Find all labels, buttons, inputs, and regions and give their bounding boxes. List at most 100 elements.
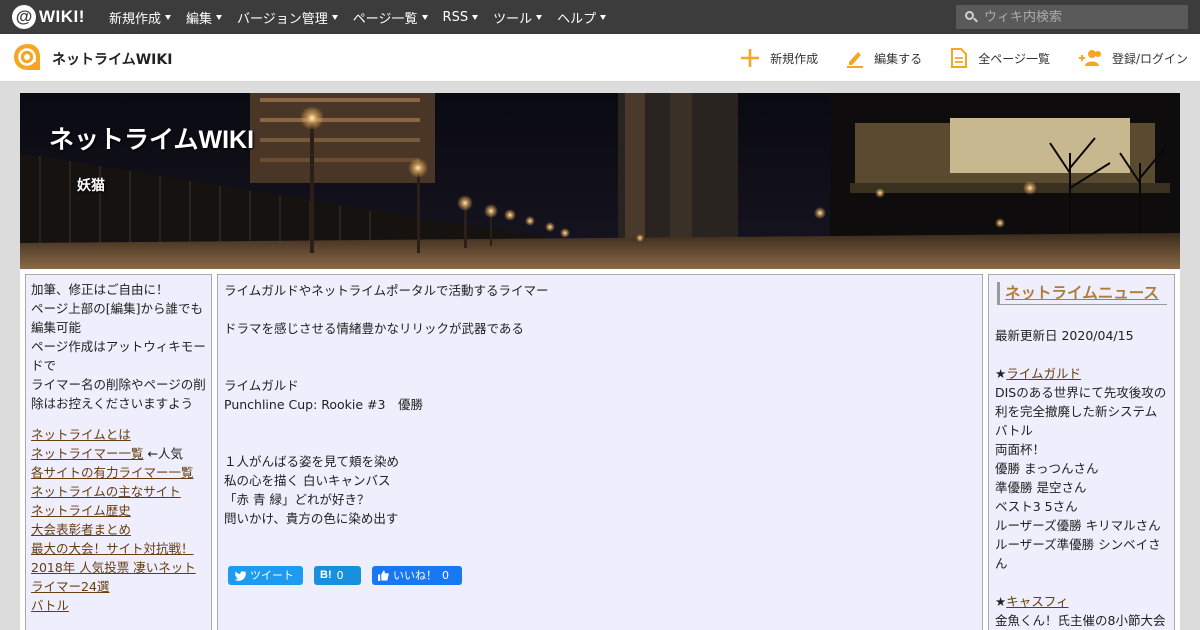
- menu-link[interactable]: バトル: [31, 598, 69, 613]
- users-icon: [1078, 50, 1101, 66]
- news-text: 優勝 まっつんさん: [995, 461, 1099, 476]
- menu-label: バージョン管理: [237, 11, 328, 27]
- pencil-icon: [847, 52, 864, 68]
- menu-edit[interactable]: 編集: [186, 8, 223, 27]
- action-label: 新規作成: [770, 51, 819, 66]
- banner-title: ネットライムWIKI: [49, 126, 255, 154]
- lyric-line: 「赤 青 緑」どれが好き？: [224, 492, 370, 507]
- body-text: ライムガルド: [224, 378, 299, 393]
- menu-link[interactable]: ネットライム歴史: [31, 503, 131, 518]
- menu-link[interactable]: 大会表彰者まとめ: [31, 522, 131, 537]
- hatena-count: 0: [336, 569, 344, 582]
- menu-text: ページ上部の[編集]から誰でも編集可能: [31, 301, 204, 335]
- at-logo-icon: @: [12, 5, 36, 29]
- plus-icon: [741, 49, 760, 67]
- menu-link-row: バトル: [31, 596, 206, 615]
- search-input[interactable]: [984, 9, 1179, 25]
- menu-new[interactable]: 新規作成: [109, 8, 172, 27]
- menu-link-row: 最大の大会！サイト対抗戦！: [31, 539, 206, 558]
- body-text: Punchline Cup: Rookie #3 優勝: [224, 397, 423, 412]
- menu-rss[interactable]: RSS: [443, 10, 479, 25]
- menu-link-row: ネットライムとは: [31, 425, 206, 444]
- news-item-header: ★ライムガルド: [995, 366, 1081, 381]
- menu-label: 編集: [186, 11, 213, 27]
- menu-link-row: ネットライム歴史: [31, 501, 206, 520]
- wiki-search-box[interactable]: [956, 5, 1188, 29]
- wiki-name[interactable]: ネットライムWIKI: [52, 49, 172, 69]
- menu-label: 新規作成: [109, 11, 162, 27]
- facebook-like-button[interactable]: いいね！ 0: [372, 566, 462, 585]
- action-label: 登録/ログイン: [1111, 51, 1188, 66]
- menu-link[interactable]: 2018年 人気投票 凄いネットライマー24選: [31, 560, 196, 594]
- menu-link-row: 大会表彰者まとめ: [31, 520, 206, 539]
- tweet-button[interactable]: ツイート: [228, 566, 303, 585]
- like-count: 0: [442, 569, 449, 582]
- page-icon: [951, 48, 968, 68]
- caret-down-icon: [331, 14, 338, 20]
- news-text: DISのある世界にて先攻後攻の利を完全撤廃した新システムバトル: [995, 385, 1167, 438]
- menu-text: ページ作成はアットウィキモードで: [31, 339, 206, 373]
- news-heading[interactable]: ネットライムニュース: [997, 282, 1167, 305]
- menu-text: ライマー名の削除やページの削除はお控えくださいますよう: [31, 377, 206, 411]
- atwiki-logo[interactable]: @ WIKI!: [12, 5, 85, 29]
- action-label: 編集する: [874, 51, 923, 66]
- caret-down-icon: [472, 14, 479, 20]
- news-text: ルーザーズ優勝 キリマルさん: [995, 518, 1161, 533]
- search-icon: [965, 11, 978, 23]
- menu-link[interactable]: ネットライマー一覧: [31, 446, 144, 461]
- menu-label: ヘルプ: [557, 11, 597, 27]
- new-page-button[interactable]: 新規作成: [740, 48, 818, 68]
- menu-label: ページ一覧: [352, 11, 418, 27]
- caret-down-icon: [421, 14, 428, 20]
- hatena-icon: B!: [320, 569, 332, 581]
- menu-link[interactable]: ネットライムの主なサイト: [31, 484, 181, 499]
- menu-tools[interactable]: ツール: [493, 8, 543, 27]
- body-text: ライムガルドやネットライムポータルで活動するライマー: [224, 283, 549, 298]
- news-text: 準優勝 是空さん: [995, 480, 1087, 495]
- wiki-header: ネットライムWIKI 新規作成 編集する 全ページ一覧 登録/ログイン: [0, 34, 1200, 82]
- twitter-bird-icon: [234, 570, 246, 581]
- news-text: ルーザーズ準優勝 シンベイさん: [995, 537, 1161, 571]
- caret-down-icon: [536, 14, 543, 20]
- lyric-line: １人がんばる姿を見て頬を染め: [224, 454, 400, 469]
- menu-note: ←人気: [143, 446, 183, 461]
- main-content: ライムガルドやネットライムポータルで活動するライマー ドラマを感じさせる情緒豊か…: [217, 274, 983, 630]
- news-link[interactable]: ライムガルド: [1006, 366, 1081, 381]
- action-label: 全ページ一覧: [978, 51, 1050, 66]
- lyric-line: 私の心を描く 白いキャンバス: [224, 473, 391, 488]
- header-banner: ネットライムWIKI 妖猫: [20, 93, 1180, 269]
- wiki-at-logo-icon[interactable]: [12, 42, 44, 72]
- menu-help[interactable]: ヘルプ: [557, 8, 607, 27]
- tweet-label: ツイート: [250, 569, 294, 582]
- menu-link[interactable]: ネットライムとは: [31, 427, 131, 442]
- news-text: ベスト3 5さん: [995, 499, 1078, 514]
- menu-link-row: ネットライマー一覧 ←人気: [31, 444, 206, 463]
- hatena-bookmark-button[interactable]: B! 0: [314, 566, 361, 585]
- edit-button[interactable]: 編集する: [846, 48, 922, 68]
- menu-link-row: 2018年 人気投票 凄いネットライマー24選: [31, 558, 206, 596]
- news-text: 金魚くん！氏主催の8小節大会: [995, 613, 1166, 628]
- banner-subtitle: 妖猫: [77, 178, 105, 194]
- menu-link[interactable]: 各サイトの有力ライマー一覧: [31, 465, 194, 480]
- logo-text: WIKI!: [39, 7, 85, 26]
- menu-label: RSS: [442, 9, 469, 25]
- caret-down-icon: [165, 14, 172, 20]
- caret-down-icon: [216, 14, 223, 20]
- menu-link[interactable]: 最大の大会！サイト対抗戦！: [31, 541, 194, 556]
- wiki-page: ネットライムWIKI 妖猫 加筆、修正はご自由に！ ページ上部の[編集]から誰で…: [20, 93, 1180, 630]
- menu-text: 加筆、修正はご自由に！: [31, 282, 169, 297]
- news-link[interactable]: キャスフィ: [1006, 594, 1068, 609]
- body-text: ドラマを感じさせる情緒豊かなリリックが武器である: [224, 321, 524, 336]
- atwiki-global-bar: @ WIKI! 新規作成 編集 バージョン管理 ページ一覧 RSS ツール ヘル…: [0, 0, 1200, 34]
- news-item-header: ★キャスフィ: [995, 594, 1069, 609]
- thumbs-up-icon: [378, 570, 389, 581]
- menu-page-list[interactable]: ページ一覧: [353, 8, 428, 27]
- all-pages-button[interactable]: 全ページ一覧: [950, 48, 1050, 68]
- global-menu: 新規作成 編集 バージョン管理 ページ一覧 RSS ツール ヘルプ: [109, 0, 621, 34]
- share-buttons: ツイート B! 0 いいね！ 0: [228, 566, 473, 585]
- menu-version[interactable]: バージョン管理: [237, 8, 338, 27]
- menu-link-row: 各サイトの有力ライマー一覧: [31, 463, 206, 482]
- menu-label: ツール: [493, 11, 533, 27]
- login-button[interactable]: 登録/ログイン: [1078, 49, 1188, 67]
- caret-down-icon: [600, 14, 607, 20]
